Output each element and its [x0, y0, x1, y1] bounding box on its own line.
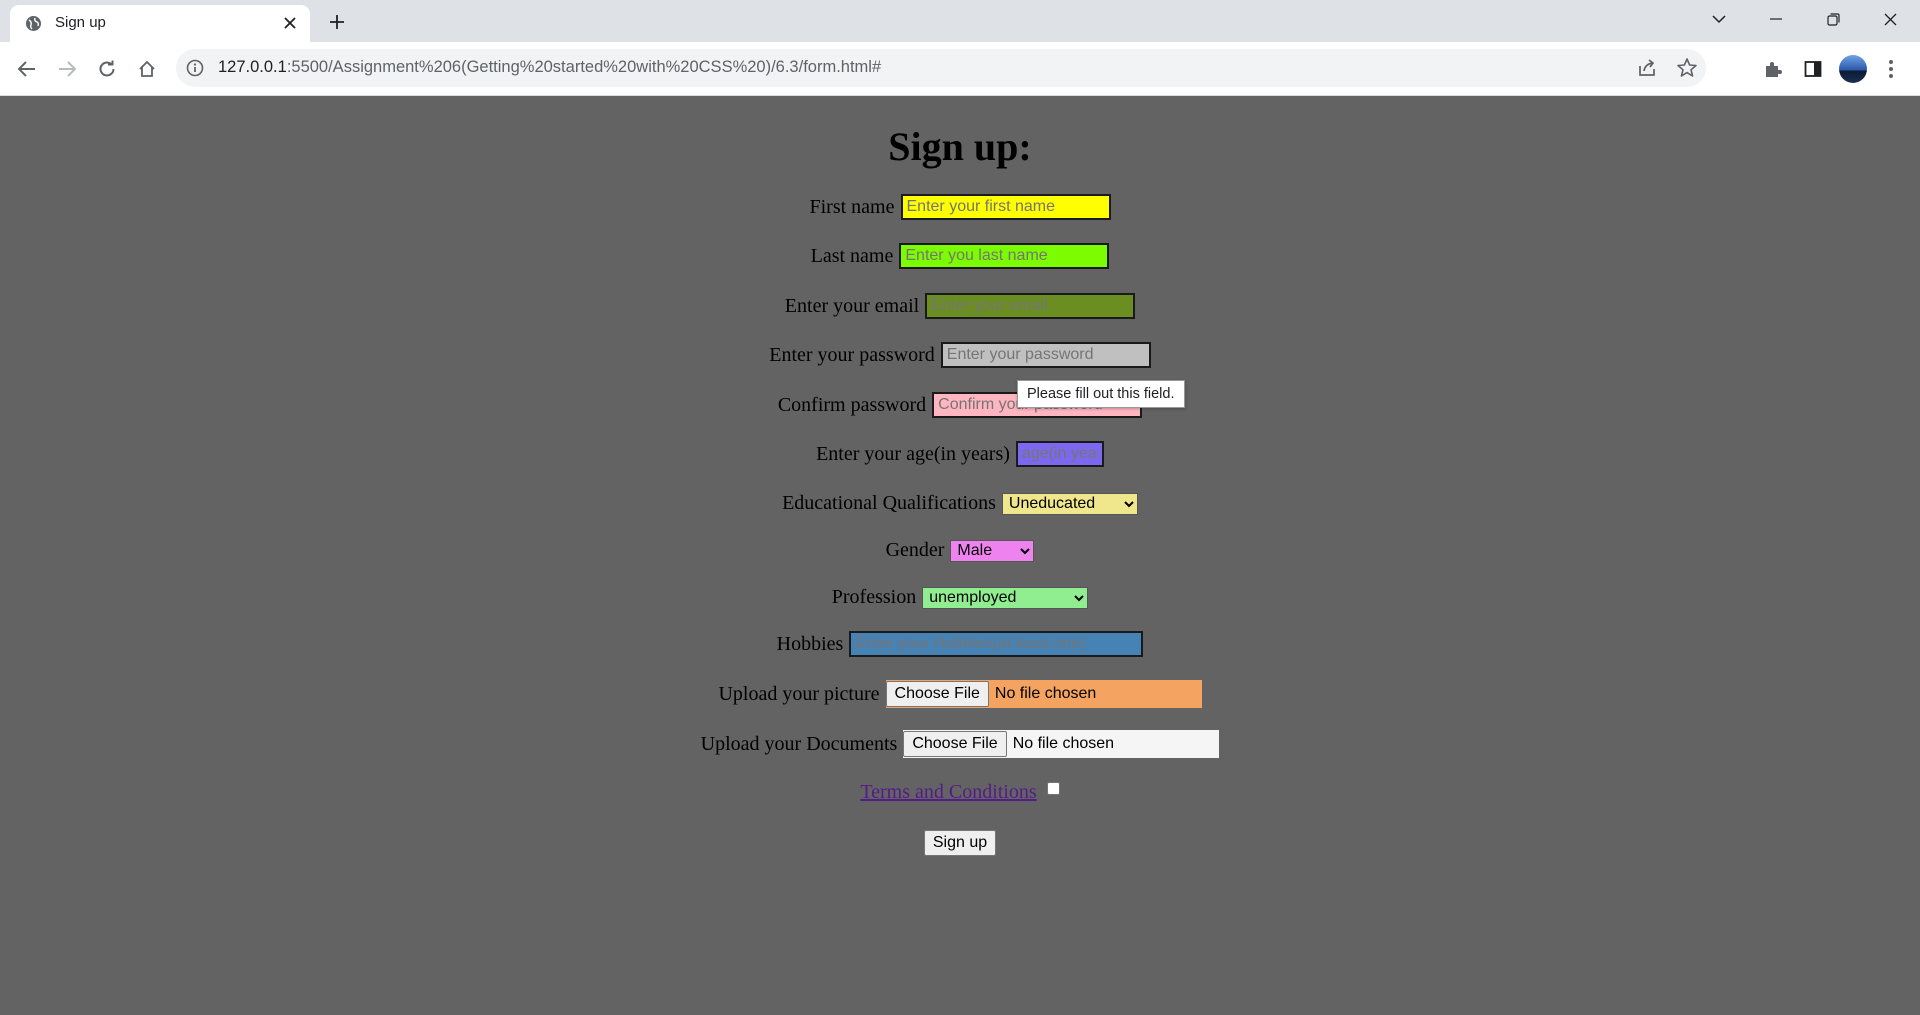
side-panel-icon[interactable]	[1796, 52, 1830, 86]
age-label: Enter your age(in years)	[816, 442, 1010, 465]
forward-button[interactable]	[50, 52, 84, 86]
hobbies-label: Hobbies	[776, 632, 844, 655]
reload-button[interactable]	[90, 52, 124, 86]
page-title: Sign up:	[888, 124, 1032, 169]
gender-label: Gender	[885, 539, 945, 561]
gender-select[interactable]: Male	[950, 539, 1035, 562]
email-label: Enter your email	[784, 294, 920, 317]
hobbies-input[interactable]	[849, 631, 1144, 657]
terms-row: Terms and Conditions	[0, 781, 1920, 804]
minimize-button[interactable]	[1753, 4, 1799, 34]
site-info-icon[interactable]	[186, 59, 204, 77]
documents-upload-label: Upload your Documents	[700, 732, 898, 755]
browser-toolbar: 127.0.0.1:5500/Assignment%206(Getting%20…	[0, 42, 1920, 96]
documents-upload-row: Upload your Documents Choose File No fil…	[0, 730, 1920, 758]
url-host: 127.0.0.1	[218, 58, 287, 76]
new-tab-button[interactable]	[324, 9, 350, 35]
picture-upload-row: Upload your picture Choose File No file …	[0, 680, 1920, 708]
globe-icon	[25, 15, 42, 32]
terms-link[interactable]: Terms and Conditions	[860, 781, 1036, 804]
documents-file-status: No file chosen	[1012, 735, 1115, 752]
terms-checkbox[interactable]	[1046, 782, 1060, 795]
sign-up-button[interactable]: Sign up	[923, 830, 997, 856]
restore-button[interactable]	[1810, 4, 1856, 34]
picture-upload-label: Upload your picture	[718, 682, 880, 705]
submit-row: Sign up	[0, 830, 1920, 856]
home-button[interactable]	[130, 52, 164, 86]
first-name-input[interactable]	[900, 194, 1111, 220]
age-input[interactable]	[1015, 441, 1104, 467]
profession-label: Profession	[831, 586, 917, 608]
profession-row: Profession unemployed	[0, 586, 1920, 609]
last-name-input[interactable]	[899, 243, 1110, 269]
picture-choose-file-button[interactable]: Choose File	[885, 681, 989, 707]
tab-strip: Sign up	[0, 0, 1920, 42]
password-label: Enter your password	[769, 343, 935, 366]
confirm-password-row: Confirm password	[0, 392, 1920, 418]
back-button[interactable]	[10, 52, 44, 86]
bookmark-star-icon[interactable]	[1676, 57, 1698, 79]
email-row: Enter your email	[0, 293, 1920, 319]
tab-search-icon[interactable]	[1696, 4, 1742, 34]
confirm-password-label: Confirm password	[777, 393, 927, 416]
first-name-label: First name	[809, 195, 895, 218]
education-select[interactable]: Uneducated	[1001, 492, 1138, 515]
chrome-menu-icon[interactable]	[1874, 52, 1908, 86]
share-icon[interactable]	[1636, 57, 1658, 79]
url-path: :5500/Assignment%206(Getting%20started%2…	[286, 58, 882, 76]
tab-title: Sign up	[55, 14, 106, 31]
close-tab-icon[interactable]	[278, 11, 302, 35]
browser-tab[interactable]: Sign up	[10, 5, 310, 42]
age-row: Enter your age(in years)	[0, 441, 1920, 467]
url-text[interactable]: 127.0.0.1:5500/Assignment%206(Getting%20…	[218, 58, 881, 77]
password-input[interactable]	[940, 342, 1151, 368]
picture-file-status: No file chosen	[994, 685, 1097, 702]
page-content: Sign up: First name Last name Enter your…	[0, 96, 1920, 1015]
last-name-label: Last name	[810, 244, 894, 267]
documents-choose-file-button[interactable]: Choose File	[903, 731, 1007, 757]
documents-file-input[interactable]: Choose File No file chosen	[903, 730, 1220, 758]
picture-file-input[interactable]: Choose File No file chosen	[885, 680, 1202, 708]
gender-row: Gender Male	[0, 539, 1920, 562]
profession-select[interactable]: unemployed	[922, 586, 1089, 609]
address-bar[interactable]: 127.0.0.1:5500/Assignment%206(Getting%20…	[176, 49, 1706, 87]
profile-avatar[interactable]	[1839, 55, 1867, 83]
password-row: Enter your password	[0, 342, 1920, 368]
email-input[interactable]	[925, 293, 1136, 319]
education-row: Educational Qualifications Uneducated	[0, 492, 1920, 515]
last-name-row: Last name	[0, 243, 1920, 269]
extensions-puzzle-icon[interactable]	[1756, 52, 1790, 86]
education-label: Educational Qualifications	[782, 492, 996, 514]
close-window-button[interactable]	[1867, 4, 1913, 34]
hobbies-row: Hobbies	[0, 631, 1920, 657]
first-name-row: First name	[0, 194, 1920, 220]
validation-tooltip: Please fill out this field.	[1017, 380, 1185, 408]
